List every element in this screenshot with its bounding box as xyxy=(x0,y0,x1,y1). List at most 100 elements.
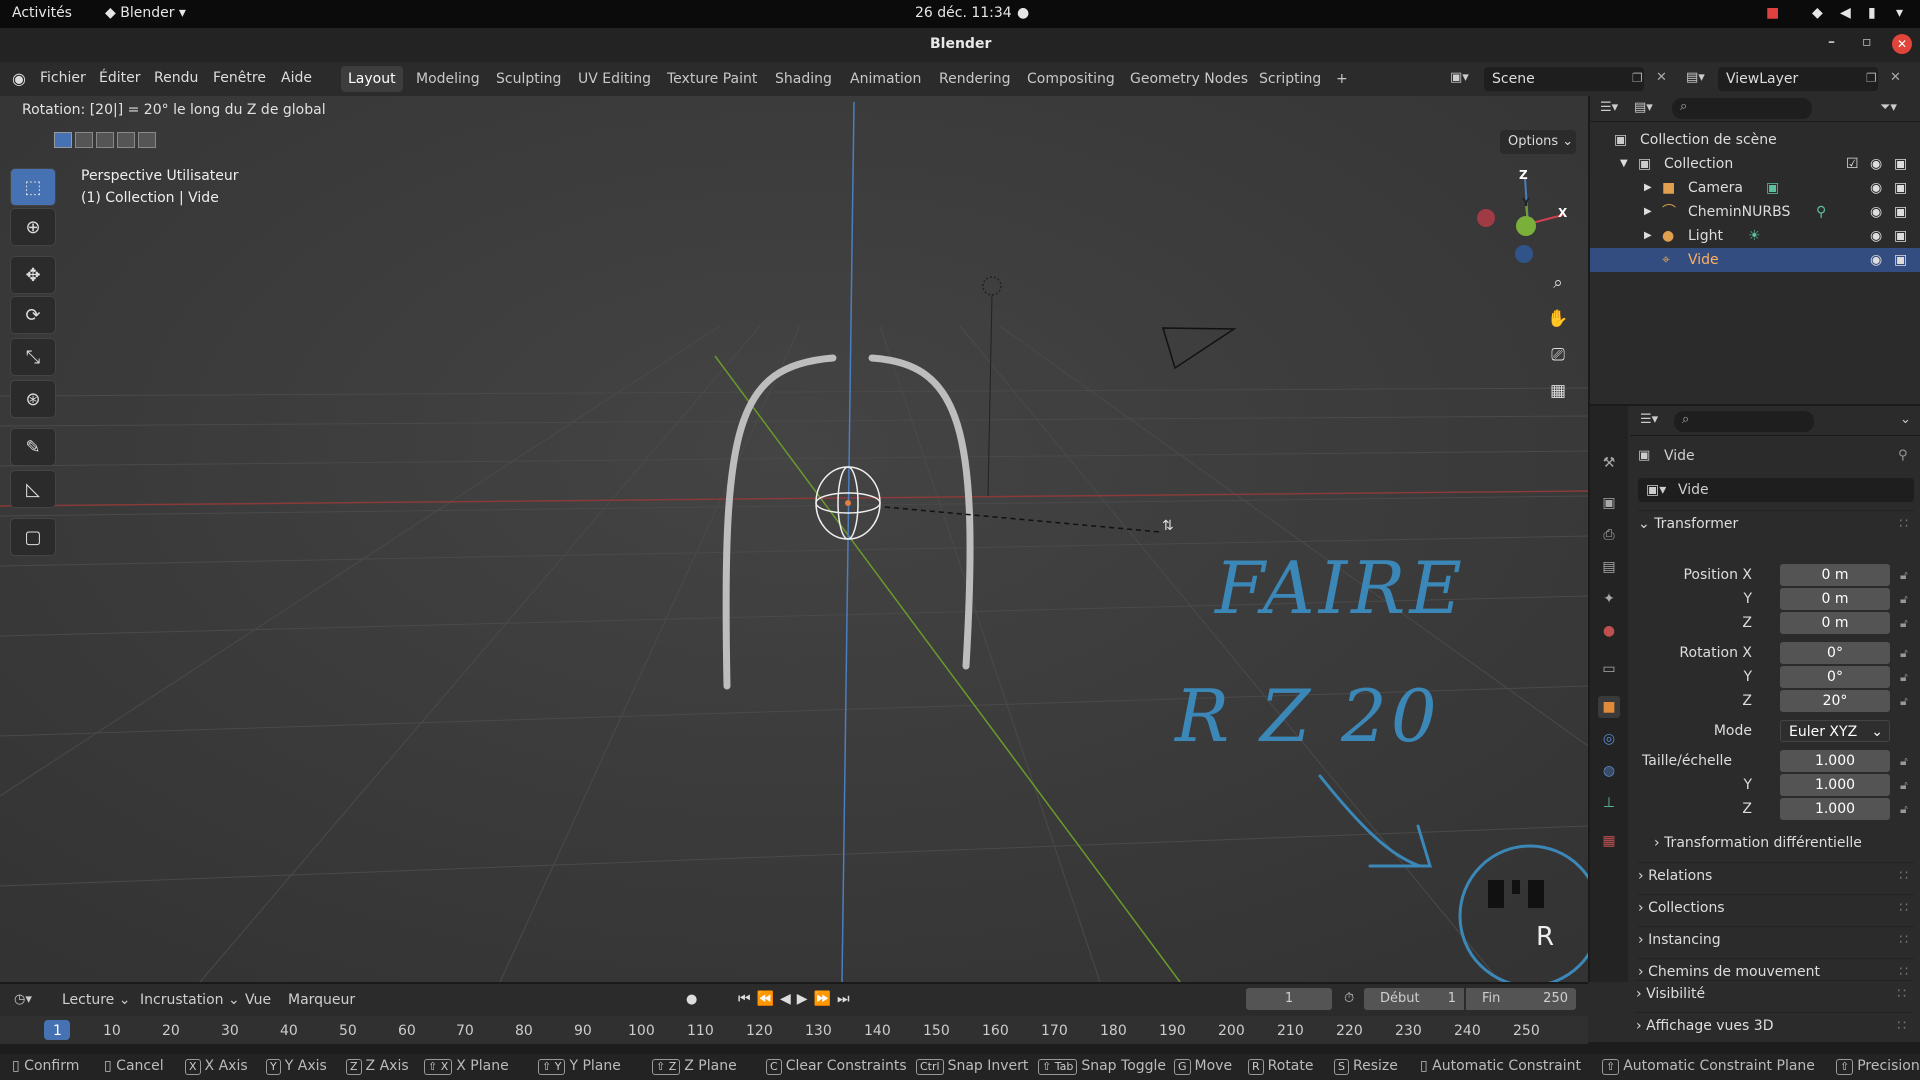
tab-animation[interactable]: Animation xyxy=(843,66,928,92)
select-box-tool[interactable]: ⬚ xyxy=(10,168,56,206)
outliner-search-input[interactable]: ⌕ xyxy=(1672,98,1812,119)
select-extend-button[interactable] xyxy=(75,132,93,148)
timeline-menu-keying[interactable]: Incrustation ⌄ xyxy=(140,992,240,1008)
battery-icon[interactable]: ▮ xyxy=(1868,5,1876,21)
view-layer-tab-icon[interactable]: ▤ xyxy=(1598,556,1620,578)
light-data-icon[interactable]: ☀ xyxy=(1748,224,1761,248)
relations-panel-header[interactable]: › Relations ∷ xyxy=(1638,862,1914,888)
pan-hand-icon[interactable]: ✋ xyxy=(1543,304,1573,334)
add-workspace-button[interactable]: + xyxy=(1329,66,1355,92)
exclude-checkbox[interactable]: ☑ xyxy=(1846,152,1859,176)
gizmo-z-label[interactable]: Z xyxy=(1519,168,1528,182)
render-tab-icon[interactable]: ▣ xyxy=(1598,492,1620,514)
lock-icon[interactable]: 🔓︎ xyxy=(1900,666,1908,688)
collection-tab-icon[interactable]: ▭ xyxy=(1598,658,1620,680)
outliner-row-collection[interactable]: ▼ ▣ Collection ☑ ◉ ▣ xyxy=(1590,152,1920,176)
drag-handle-icon[interactable]: ∷ xyxy=(1899,863,1908,889)
timeline-menu-playback[interactable]: Lecture ⌄ xyxy=(62,992,130,1008)
camera-view-icon[interactable]: ⎚ xyxy=(1543,340,1573,370)
tab-geometry-nodes[interactable]: Geometry Nodes xyxy=(1123,66,1255,92)
expand-arrow-icon[interactable]: ▶ xyxy=(1644,200,1652,224)
outliner-row-scene-collection[interactable]: ▣ Collection de scène xyxy=(1590,128,1920,152)
lock-icon[interactable]: 🔓︎ xyxy=(1900,750,1908,772)
lock-icon[interactable]: 🔓︎ xyxy=(1900,564,1908,586)
tool-tab-icon[interactable]: ⚒ xyxy=(1598,452,1620,474)
lock-icon[interactable]: 🔓︎ xyxy=(1900,798,1908,820)
timeline-menu-view[interactable]: Vue xyxy=(245,992,271,1008)
rotation-x-field[interactable]: 0° xyxy=(1780,642,1890,664)
transform-tool[interactable]: ⊛ xyxy=(10,380,56,418)
3d-viewport[interactable]: ⇅ Rotation: [20|] = 20° le long du Z de … xyxy=(0,96,1588,982)
playback-controls[interactable]: ⏮⏪◀▶⏩⏭ xyxy=(738,991,856,1007)
drag-handle-icon[interactable]: ∷ xyxy=(1899,511,1908,537)
select-intersect-button[interactable] xyxy=(138,132,156,148)
render-camera-icon[interactable]: ▣ xyxy=(1894,176,1907,200)
scene-remove-icon[interactable]: ✕ xyxy=(1656,70,1667,85)
texture-tab-icon[interactable]: ▦ xyxy=(1598,830,1620,852)
lock-icon[interactable]: 🔓︎ xyxy=(1900,690,1908,712)
close-icon[interactable]: ✕ xyxy=(1892,34,1912,54)
lock-icon[interactable]: 🔓︎ xyxy=(1900,588,1908,610)
lock-icon[interactable]: 🔓︎ xyxy=(1900,774,1908,796)
gizmo-y-label[interactable]: Y xyxy=(1522,196,1530,209)
viewlayer-icon[interactable]: ▤▾ xyxy=(1686,70,1705,85)
annotate-tool[interactable]: ✎ xyxy=(10,428,56,466)
scale-tool[interactable]: ⤡ xyxy=(10,338,56,376)
filter-icon[interactable]: ⏷▾ xyxy=(1880,100,1897,115)
timeline-menu-marker[interactable]: Marqueur xyxy=(288,992,355,1008)
options-dropdown[interactable]: Options ⌄ xyxy=(1500,130,1576,154)
outliner-row-light[interactable]: ▶ ● Light ☀ ◉ ▣ xyxy=(1590,224,1920,248)
menu-render[interactable]: Rendu xyxy=(154,70,198,86)
blender-logo-icon[interactable]: ◉ xyxy=(12,69,26,88)
outliner-row-camera[interactable]: ▶ ■ Camera ▣ ◉ ▣ xyxy=(1590,176,1920,200)
pin-icon[interactable]: ⚲ xyxy=(1898,448,1908,463)
render-camera-icon[interactable]: ▣ xyxy=(1894,152,1907,176)
activities-button[interactable]: Activités xyxy=(12,5,72,21)
measure-tool[interactable]: ◺ xyxy=(10,470,56,508)
visibility-eye-icon[interactable]: ◉ xyxy=(1870,200,1882,224)
visibility-eye-icon[interactable]: ◉ xyxy=(1870,224,1882,248)
modifiers-tab-icon[interactable]: ◎ xyxy=(1598,728,1620,750)
editor-type-icon[interactable]: ☰▾ xyxy=(1600,100,1618,115)
viewlayer-new-icon[interactable]: ❐ xyxy=(1866,71,1877,85)
instancing-panel-header[interactable]: › Instancing ∷ xyxy=(1638,926,1914,952)
render-camera-icon[interactable]: ▣ xyxy=(1894,200,1907,224)
record-keyframe-icon[interactable]: ● xyxy=(686,992,697,1007)
drag-handle-icon[interactable]: ∷ xyxy=(1897,981,1906,1007)
display-mode-icon[interactable]: ▤▾ xyxy=(1634,100,1653,115)
outliner-row-nurbs-path[interactable]: ▶ ⌒ CheminNURBS ⚲ ◉ ▣ xyxy=(1590,200,1920,224)
cursor-tool[interactable]: ⊕ xyxy=(10,208,56,246)
move-tool[interactable]: ✥ xyxy=(10,256,56,294)
object-name-field[interactable]: ▣▾ Vide xyxy=(1638,478,1914,502)
collapse-arrow-icon[interactable]: ▼ xyxy=(1620,152,1628,176)
select-subtract-button[interactable] xyxy=(96,132,114,148)
visibility-eye-icon[interactable]: ◉ xyxy=(1870,152,1882,176)
curve-data-icon[interactable]: ⚲ xyxy=(1816,200,1826,224)
menu-file[interactable]: Fichier xyxy=(40,70,86,86)
outliner-row-empty[interactable]: ⌖ Vide ◉ ▣ xyxy=(1590,248,1920,272)
menu-window[interactable]: Fenêtre xyxy=(213,70,266,86)
tab-sculpting[interactable]: Sculpting xyxy=(489,66,568,92)
viewport-display-panel-header[interactable]: › Affichage vues 3D ∷ xyxy=(1636,1012,1912,1038)
lock-icon[interactable]: 🔓︎ xyxy=(1900,612,1908,634)
start-frame-field[interactable]: Début 1 xyxy=(1364,988,1464,1010)
rotation-z-field[interactable]: 20° xyxy=(1780,690,1890,712)
current-frame-field[interactable]: 1 xyxy=(1246,988,1332,1010)
system-menu-icon[interactable]: ▾ xyxy=(1896,5,1903,21)
tab-compositing[interactable]: Compositing xyxy=(1020,66,1122,92)
camera-data-icon[interactable]: ▣ xyxy=(1766,176,1779,200)
scene-selector-icon[interactable]: ▣▾ xyxy=(1450,70,1469,85)
zoom-icon[interactable]: ⌕ xyxy=(1543,268,1573,298)
visibility-panel-header[interactable]: › Visibilité ∷ xyxy=(1636,980,1912,1006)
render-camera-icon[interactable]: ▣ xyxy=(1894,224,1907,248)
location-y-field[interactable]: 0 m xyxy=(1780,588,1890,610)
physics-tab-icon[interactable]: ◍ xyxy=(1598,760,1620,782)
location-x-field[interactable]: 0 m xyxy=(1780,564,1890,586)
properties-options-icon[interactable]: ⌄ xyxy=(1900,412,1911,427)
location-z-field[interactable]: 0 m xyxy=(1780,612,1890,634)
tab-texture-paint[interactable]: Texture Paint xyxy=(660,66,764,92)
minimize-icon[interactable]: – xyxy=(1828,34,1835,50)
ortho-grid-icon[interactable]: ▦ xyxy=(1543,376,1573,406)
clock[interactable]: 26 déc. 11:34 xyxy=(915,5,1012,21)
scale-x-field[interactable]: 1.000 xyxy=(1780,750,1890,772)
